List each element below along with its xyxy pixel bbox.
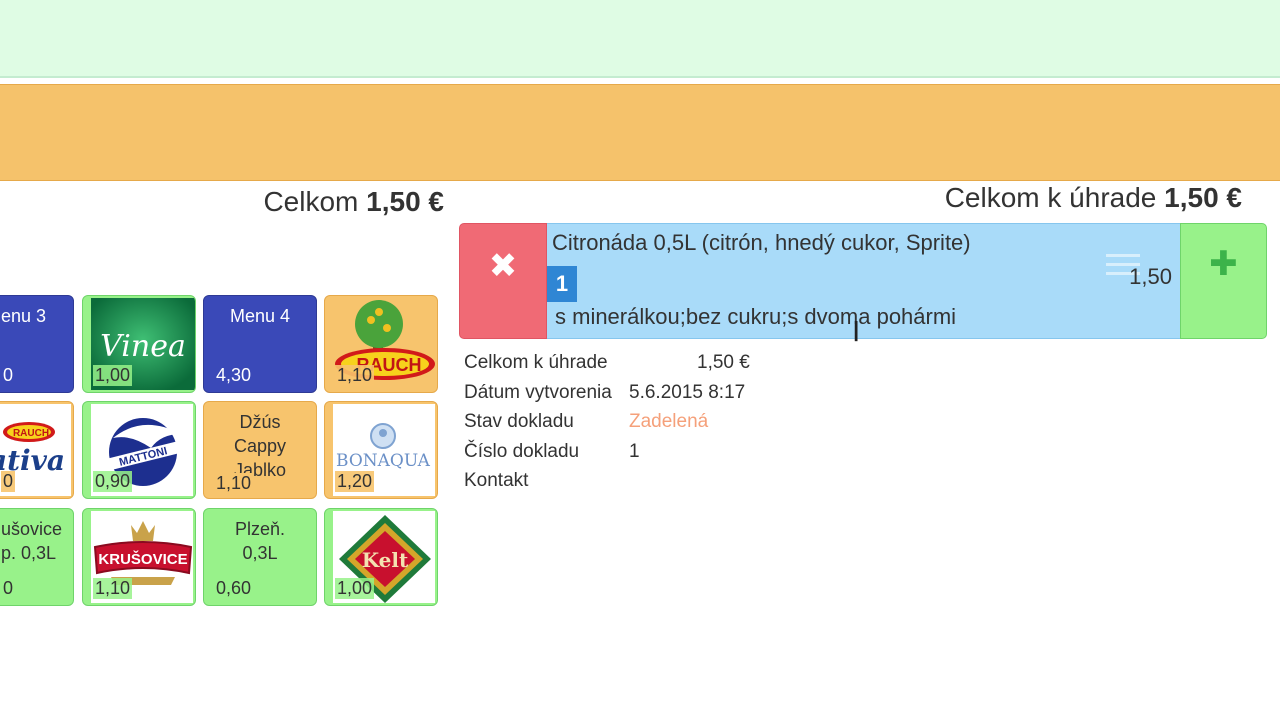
info-value: 1 bbox=[629, 440, 640, 462]
vinea-logo-text: Vinea bbox=[100, 329, 186, 364]
product-name: ušovice p. 0,3L bbox=[1, 517, 73, 565]
info-value: 5.6.2015 8:17 bbox=[629, 381, 746, 403]
krusovice-logo-text: KRUŠOVICE bbox=[98, 550, 187, 568]
remove-item-button[interactable]: ✖ bbox=[459, 223, 547, 339]
product-name: Menu 4 bbox=[229, 306, 291, 326]
info-label: Celkom k úhrade bbox=[464, 352, 608, 373]
order-total: Celkom k úhrade 1,50 € bbox=[945, 182, 1242, 214]
cart-total-value: 1,50 € bbox=[366, 186, 444, 217]
product-price: 1,10 bbox=[335, 365, 375, 386]
product-price: 0 bbox=[3, 578, 14, 598]
product-name: enu 3 bbox=[1, 306, 47, 326]
product-tile-rauch-nativa[interactable]: RAUCH ativa 0 bbox=[0, 401, 74, 499]
order-item-price: 1,50 bbox=[1129, 264, 1172, 289]
product-price: 1,00 bbox=[335, 578, 375, 599]
order-item[interactable]: Citronáda 0,5L (citrón, hnedý cukor, Spr… bbox=[547, 223, 1180, 339]
cart-total: Celkom 1,50 € bbox=[263, 186, 444, 218]
plus-icon: ✚ bbox=[1209, 245, 1238, 283]
product-tile-vinea[interactable]: Vinea 1,00 bbox=[82, 295, 196, 393]
status-value: Zadelená bbox=[629, 411, 709, 432]
product-name: Džús Cappy Jablko bbox=[204, 410, 316, 476]
product-price: 1,00 bbox=[93, 365, 133, 386]
product-tile-krusovice[interactable]: KRUŠOVICE 1,10 bbox=[82, 508, 196, 606]
kelt-logo-text: Kelt bbox=[362, 548, 409, 572]
add-item-button[interactable]: ✚ bbox=[1180, 223, 1267, 339]
order-total-label: Celkom k úhrade bbox=[944, 182, 1157, 213]
product-tile-mattoni[interactable]: MATTONI 0,90 bbox=[82, 401, 196, 499]
info-label: Kontakt bbox=[464, 470, 529, 491]
product-price: 1,10 bbox=[214, 473, 254, 494]
product-name-line: ušovice bbox=[1, 519, 63, 539]
cart-total-label: Celkom bbox=[263, 186, 359, 217]
info-label: Stav dokladu bbox=[464, 411, 574, 432]
product-tile-krusovice-0-3l[interactable]: ušovice p. 0,3L 0 bbox=[0, 508, 74, 606]
nativa-rauch-text: RAUCH bbox=[13, 428, 49, 439]
product-name-line: Cappy bbox=[233, 436, 287, 456]
close-icon: ✖ bbox=[488, 247, 518, 285]
product-tile-cappy[interactable]: Džús Cappy Jablko 1,10 bbox=[203, 401, 317, 499]
top-bar bbox=[0, 0, 1280, 78]
product-tile-plzen[interactable]: Plzeň. 0,3L 0,60 bbox=[203, 508, 317, 606]
order-total-value: 1,50 € bbox=[1164, 182, 1242, 213]
product-name-line: 0,3L bbox=[242, 543, 278, 563]
product-tile-kelt[interactable]: Kelt 1,00 bbox=[324, 508, 438, 606]
product-tile-menu-4[interactable]: Menu 4 4,30 bbox=[203, 295, 317, 393]
order-item-note: s minerálkou;bez cukru;s dvoma pohármi bbox=[555, 304, 957, 329]
product-tile-rauch[interactable]: RAUCH 1,10 bbox=[324, 295, 438, 393]
text-cursor-icon: I bbox=[852, 315, 861, 348]
order-item-title: Citronáda 0,5L (citrón, hnedý cukor, Spr… bbox=[552, 230, 971, 255]
product-price: 0 bbox=[1, 471, 16, 492]
product-name-line: p. 0,3L bbox=[1, 543, 57, 563]
product-price: 0,60 bbox=[216, 578, 252, 598]
product-name: Plzeň. 0,3L bbox=[204, 517, 316, 565]
order-item-row: ✖ Citronáda 0,5L (citrón, hnedý cukor, S… bbox=[459, 223, 1267, 339]
product-name-line: Džús bbox=[239, 412, 281, 432]
product-price: 4,30 bbox=[216, 365, 252, 385]
category-bar[interactable] bbox=[0, 84, 1280, 181]
product-price: 0 bbox=[3, 365, 14, 385]
info-label: Dátum vytvorenia bbox=[464, 381, 612, 403]
product-price: 1,10 bbox=[93, 578, 133, 599]
product-name-line: Plzeň. bbox=[234, 519, 286, 539]
product-tile-menu-3[interactable]: enu 3 0 bbox=[0, 295, 74, 393]
info-label: Číslo dokladu bbox=[464, 440, 580, 462]
quantity-badge: 1 bbox=[547, 266, 577, 302]
product-tile-bonaqua[interactable]: BONAQUA 1,20 bbox=[324, 401, 438, 499]
product-price: 1,20 bbox=[335, 471, 375, 492]
bonaqua-logo-text: BONAQUA bbox=[336, 451, 431, 471]
info-value: 1,50 € bbox=[697, 352, 750, 373]
product-price: 0,90 bbox=[93, 471, 133, 492]
